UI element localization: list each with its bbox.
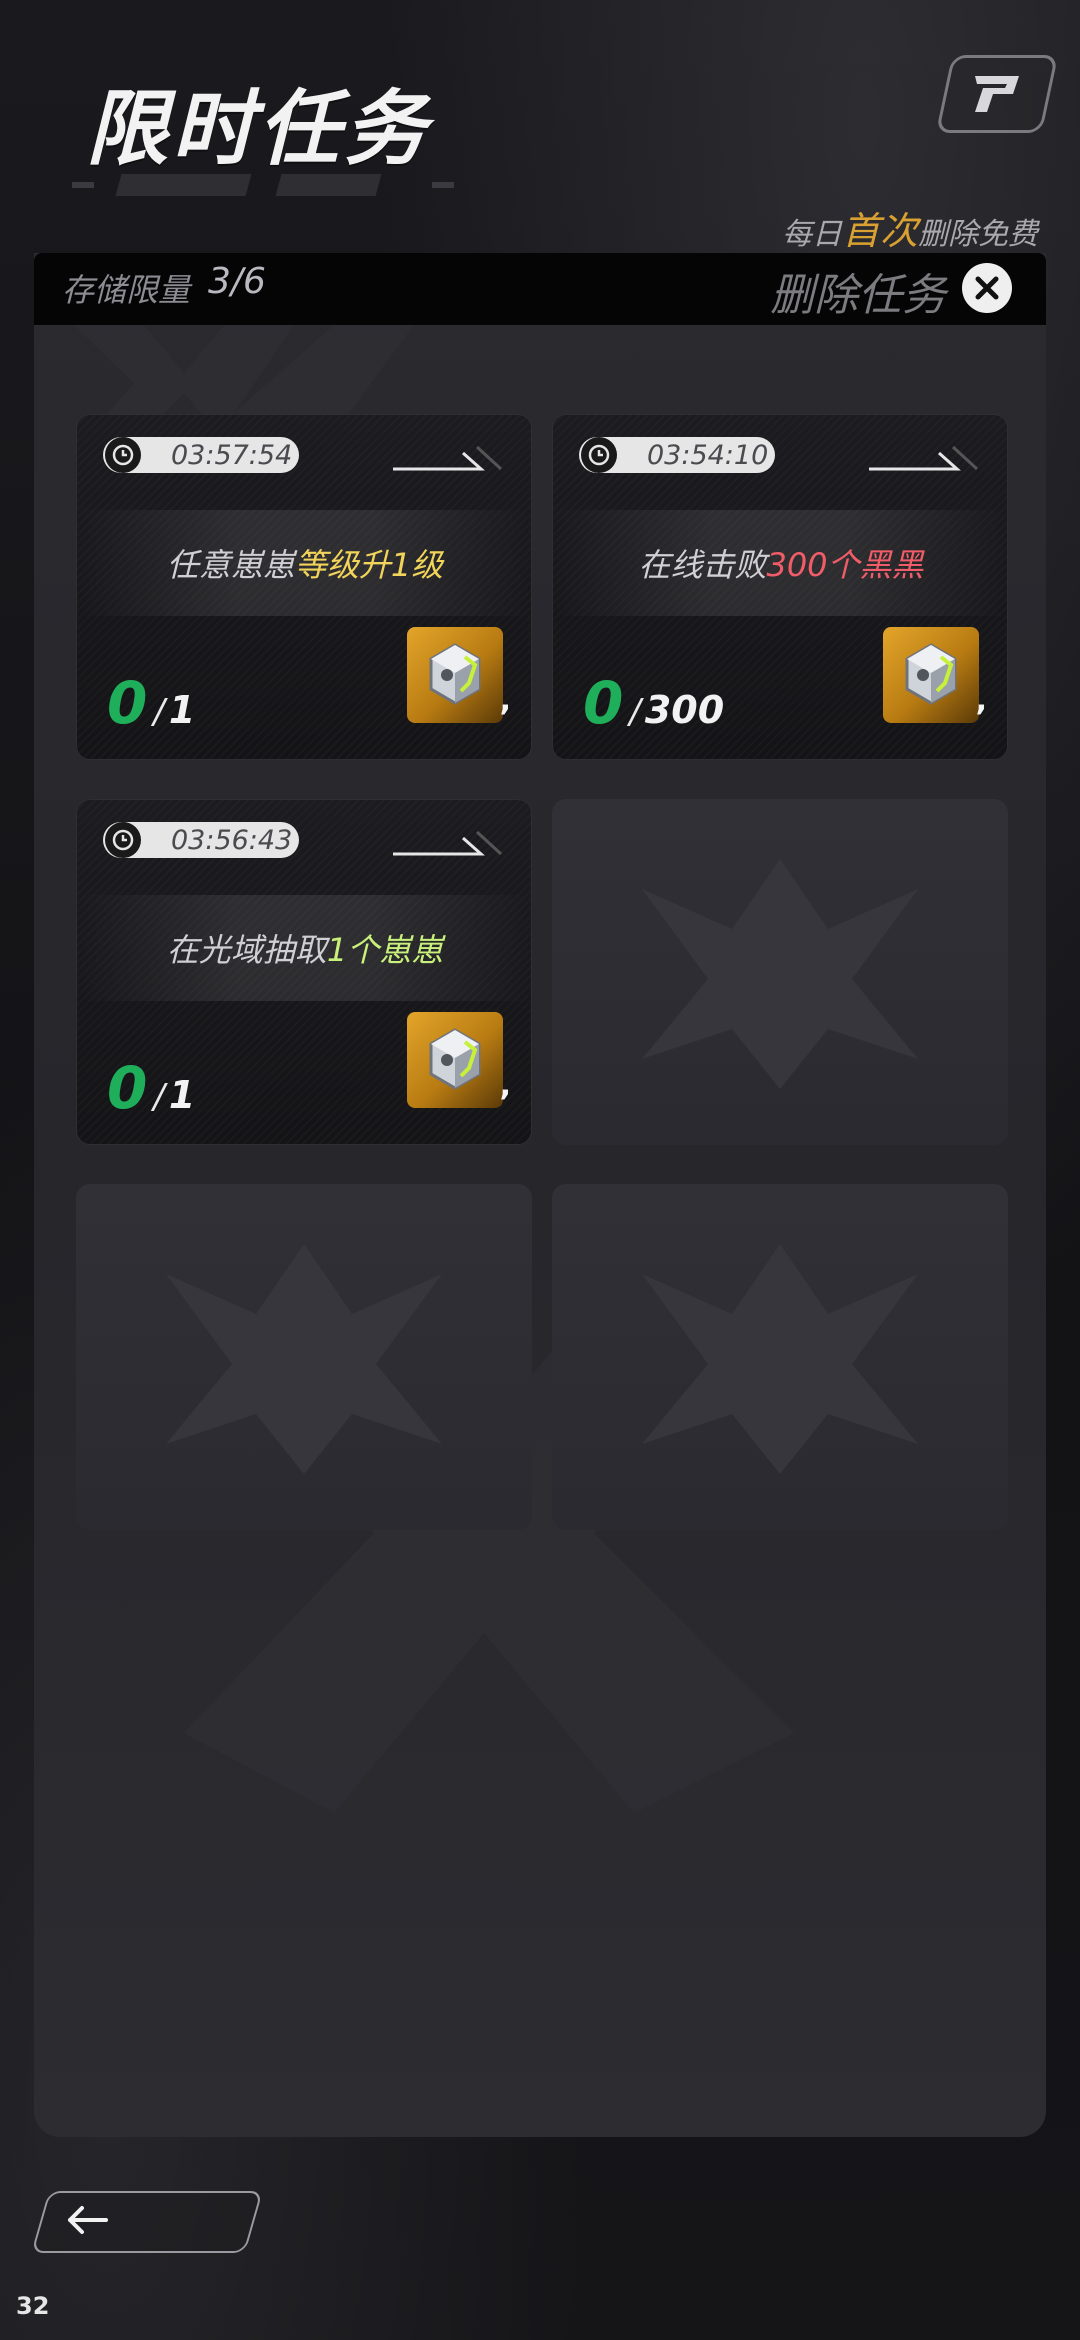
reward-suffix: , bbox=[975, 683, 987, 718]
delete-task-button[interactable] bbox=[962, 263, 1012, 313]
delete-task-label[interactable]: 删除任务 bbox=[770, 259, 946, 323]
screen: 限时任务 每日首次删除免费 存储限量 3/6 删除任务 03:57:54 任意崽… bbox=[0, 0, 1080, 2340]
progress-counter: 0 / 300 bbox=[583, 669, 724, 737]
title-decoration bbox=[72, 174, 454, 196]
task-description: 任意崽崽等级升1级 bbox=[77, 510, 531, 616]
cube-crystal-icon bbox=[905, 643, 957, 705]
empty-task-slot bbox=[552, 799, 1008, 1145]
progress-separator: / bbox=[153, 1077, 165, 1117]
timer-text: 03:56:43 bbox=[171, 824, 293, 856]
corner-decoration bbox=[393, 830, 503, 856]
free-delete-note: 每日首次删除免费 bbox=[782, 200, 1038, 255]
free-note-highlight: 首次 bbox=[841, 209, 918, 253]
page-title: 限时任务 bbox=[86, 82, 430, 177]
task-description: 在线击败300个黑黑 bbox=[553, 510, 1007, 616]
empty-task-slot bbox=[76, 1184, 532, 1530]
timer-badge: 03:57:54 bbox=[103, 437, 299, 473]
timer-badge: 03:54:10 bbox=[579, 437, 775, 473]
progress-current: 0 bbox=[107, 1054, 148, 1122]
task-panel: 存储限量 3/6 删除任务 03:57:54 任意崽崽等级升1级 0 / 1 ,… bbox=[34, 253, 1046, 2137]
empty-task-slot bbox=[552, 1184, 1008, 1530]
task-text-highlight: 等级升1级 bbox=[294, 546, 444, 584]
task-card[interactable]: 03:56:43 在光域抽取1个崽崽 0 / 1 , bbox=[76, 799, 532, 1145]
storage-label: 存储限量 bbox=[62, 271, 191, 309]
progress-current: 0 bbox=[107, 669, 148, 737]
progress-separator: / bbox=[153, 692, 165, 732]
timer-text: 03:57:54 bbox=[171, 439, 293, 471]
task-text-highlight: 1个崽崽 bbox=[326, 931, 444, 969]
timer-text: 03:54:10 bbox=[647, 439, 769, 471]
task-text-plain: 在线击败 bbox=[638, 546, 767, 584]
progress-counter: 0 / 1 bbox=[107, 1054, 195, 1122]
slot-watermark-icon bbox=[642, 1244, 918, 1474]
storage-value: 3/6 bbox=[208, 261, 266, 302]
clock-icon bbox=[581, 437, 617, 473]
page-number: 32 bbox=[16, 2292, 50, 2320]
task-text-plain: 任意崽崽 bbox=[166, 546, 295, 584]
panel-header: 存储限量 3/6 删除任务 bbox=[34, 253, 1046, 325]
cube-crystal-icon bbox=[429, 643, 481, 705]
free-note-prefix: 每日 bbox=[781, 217, 842, 252]
cube-crystal-icon bbox=[429, 1028, 481, 1090]
progress-total: 1 bbox=[168, 688, 196, 732]
reward-item[interactable] bbox=[407, 1012, 503, 1108]
task-card[interactable]: 03:54:10 在线击败300个黑黑 0 / 300 , bbox=[552, 414, 1008, 760]
task-description: 在光域抽取1个崽崽 bbox=[77, 895, 531, 1001]
task-text-highlight: 300个黑黑 bbox=[766, 546, 924, 584]
progress-total: 1 bbox=[168, 1073, 196, 1117]
corner-decoration bbox=[869, 445, 979, 471]
reward-item[interactable] bbox=[407, 627, 503, 723]
clock-icon bbox=[105, 437, 141, 473]
task-card[interactable]: 03:57:54 任意崽崽等级升1级 0 / 1 , bbox=[76, 414, 532, 760]
logo-button[interactable] bbox=[935, 55, 1059, 133]
progress-current: 0 bbox=[583, 669, 624, 737]
logo-icon bbox=[975, 76, 1019, 112]
free-note-suffix: 删除免费 bbox=[918, 217, 1038, 252]
corner-decoration bbox=[393, 445, 503, 471]
clock-icon bbox=[105, 822, 141, 858]
progress-counter: 0 / 1 bbox=[107, 669, 195, 737]
progress-separator: / bbox=[629, 692, 641, 732]
slot-watermark-icon bbox=[642, 859, 918, 1089]
reward-suffix: , bbox=[499, 683, 511, 718]
task-text-plain: 在光域抽取 bbox=[166, 931, 327, 969]
timer-badge: 03:56:43 bbox=[103, 822, 299, 858]
close-icon bbox=[975, 276, 999, 300]
reward-suffix: , bbox=[499, 1068, 511, 1103]
slot-watermark-icon bbox=[166, 1244, 442, 1474]
arrow-left-icon[interactable] bbox=[64, 2205, 108, 2235]
reward-item[interactable] bbox=[883, 627, 979, 723]
progress-total: 300 bbox=[644, 688, 725, 732]
